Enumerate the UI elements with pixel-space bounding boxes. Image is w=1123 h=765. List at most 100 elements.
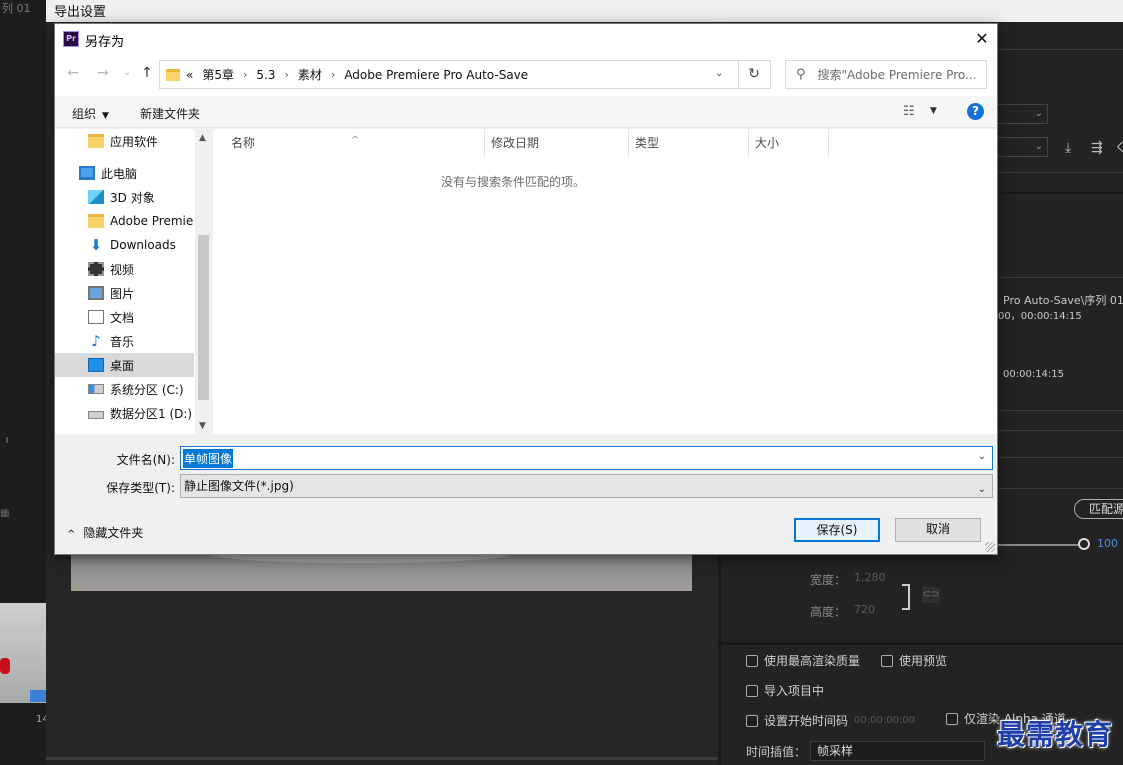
column-header-type[interactable]: 类型: [629, 129, 749, 157]
max-quality-checkbox[interactable]: 使用最高渲染质量: [746, 652, 860, 669]
sidebar-item-pictures[interactable]: 图片: [55, 281, 194, 305]
time-interpolation-select[interactable]: 帧采样: [810, 741, 985, 761]
filetype-select[interactable]: 静止图像文件(*.jpg) ⌄: [180, 474, 993, 498]
width-value[interactable]: 1,280: [854, 571, 886, 584]
sequence-tab-label[interactable]: 列 01: [2, 0, 31, 16]
sidebar-item-3d-objects[interactable]: 3D 对象: [55, 185, 194, 209]
quality-slider-knob[interactable]: [1078, 538, 1090, 550]
new-folder-button[interactable]: 新建文件夹: [140, 105, 200, 122]
breadcrumb-separator-icon[interactable]: ›: [243, 68, 247, 81]
sidebar-item-label: 应用软件: [110, 134, 159, 149]
sidebar-item-label: Adobe Premiere Pro Auto-Save: [110, 214, 194, 228]
column-header-size[interactable]: 大小: [749, 129, 829, 157]
checkbox-box[interactable]: [946, 712, 958, 725]
column-header-modified[interactable]: 修改日期: [485, 129, 629, 157]
sidebar-item-drive-d[interactable]: 数据分区1 (D:): [55, 401, 194, 425]
breadcrumb-item[interactable]: 5.3: [256, 68, 275, 82]
sidebar-item-drive-c[interactable]: 系统分区 (C:): [55, 377, 194, 401]
separator: [998, 457, 1123, 458]
navigation-pane: 应用软件 此电脑 3D 对象 Adobe Premiere Pro Auto-S…: [55, 129, 212, 434]
link-icon[interactable]: ⊂⊃: [922, 587, 940, 603]
checkbox-box[interactable]: [746, 654, 758, 667]
grid-icon[interactable]: ▦: [0, 508, 9, 519]
sidebar-item-documents[interactable]: 文档: [55, 305, 194, 329]
sidebar-scrollbar[interactable]: ▲ ▼: [195, 129, 212, 434]
address-bar[interactable]: « 第5章 › 5.3 › 素材 › Adobe Premiere Pro Au…: [159, 60, 739, 89]
scroll-up-icon[interactable]: ▲: [199, 133, 206, 143]
use-preview-checkbox[interactable]: 使用预览: [881, 652, 947, 669]
organize-menu-button[interactable]: 组织 ▼: [72, 105, 109, 122]
forward-arrow-icon[interactable]: →: [93, 65, 113, 81]
filename-value[interactable]: 单帧图像: [183, 448, 234, 468]
filetype-label: 保存类型(T):: [106, 481, 175, 495]
breadcrumb-item[interactable]: Adobe Premiere Pro Auto-Save: [344, 68, 528, 82]
close-button[interactable]: ✕: [967, 24, 997, 54]
sidebar-item-this-pc[interactable]: 此电脑: [55, 161, 194, 185]
sidebar-item-music[interactable]: ♪ 音乐: [55, 329, 194, 353]
separator: [998, 410, 1123, 411]
save-preset-icon[interactable]: ⤓: [1065, 140, 1071, 156]
clip-thumbnail[interactable]: [0, 603, 46, 703]
film-icon: [30, 690, 46, 702]
checkbox-box[interactable]: [746, 684, 758, 697]
separator: [998, 488, 1123, 489]
refresh-icon[interactable]: ↻: [738, 60, 771, 89]
save-button[interactable]: 保存(S): [794, 518, 880, 542]
start-timecode-value[interactable]: 00:00:00:00: [854, 715, 915, 726]
breadcrumb-item[interactable]: 第5章: [202, 66, 234, 83]
download-icon: ⬇: [89, 236, 103, 254]
scrollbar-thumb[interactable]: [198, 235, 209, 400]
save-as-dialog: Pr 另存为 ✕ ← → ⌄ ↑ « 第5章 › 5.3 › 素材 › Adob…: [54, 23, 998, 555]
use-preview-label: 使用预览: [899, 654, 948, 668]
format-dropdown[interactable]: ⌄: [998, 104, 1048, 124]
quality-slider-value[interactable]: 100: [1097, 537, 1118, 550]
up-arrow-icon[interactable]: ↑: [137, 65, 157, 81]
scroll-down-icon[interactable]: ▼: [199, 421, 206, 431]
match-source-button[interactable]: 匹配源: [1074, 499, 1123, 519]
import-project-checkbox[interactable]: 导入项目中: [746, 682, 824, 699]
checkbox-box[interactable]: [746, 714, 758, 727]
recent-locations-chevron-icon[interactable]: ⌄: [117, 67, 137, 78]
separator: [998, 430, 1123, 431]
navigation-bar: ← → ⌄ ↑ « 第5章 › 5.3 › 素材 › Adobe Premier…: [55, 54, 997, 96]
column-header-name[interactable]: 名称 ^: [213, 129, 485, 157]
sidebar-item-videos[interactable]: 视频: [55, 257, 194, 281]
cancel-button[interactable]: 取消: [895, 518, 981, 542]
delete-preset-icon[interactable]: ⌫: [1117, 140, 1123, 156]
view-dropdown-icon[interactable]: ▼: [930, 106, 937, 116]
sidebar-item-label: 3D 对象: [110, 190, 155, 205]
breadcrumb-item[interactable]: 素材: [298, 66, 322, 83]
preset-dropdown[interactable]: ⌄: [998, 137, 1048, 157]
import-project-label: 导入项目中: [764, 684, 825, 698]
sort-ascending-icon: ^: [351, 135, 360, 146]
sidebar-item-premiere-autosave[interactable]: Adobe Premiere Pro Auto-Save: [55, 209, 194, 233]
sidebar-item-label: 数据分区1 (D:): [110, 406, 193, 421]
start-timecode-checkbox[interactable]: 设置开始时间码 00:00:00:00: [746, 712, 915, 729]
checkbox-box[interactable]: [881, 654, 893, 667]
resize-grip-icon[interactable]: [985, 542, 995, 552]
address-dropdown-icon[interactable]: ⌄: [715, 68, 723, 79]
sidebar-item-downloads[interactable]: ⬇ Downloads: [55, 233, 194, 257]
time-interpolation-label: 时间插值：: [746, 745, 807, 759]
width-label: 宽度：: [810, 573, 847, 587]
filetype-dropdown-icon[interactable]: ⌄: [978, 479, 986, 501]
help-icon[interactable]: ?: [967, 103, 984, 120]
back-arrow-icon[interactable]: ←: [63, 65, 83, 81]
dialog-titlebar[interactable]: Pr 另存为 ✕: [55, 24, 997, 54]
view-options-icon[interactable]: ☷: [903, 104, 915, 119]
start-timecode-label: 设置开始时间码: [764, 714, 849, 728]
sidebar-item-apps[interactable]: 应用软件: [55, 129, 194, 153]
breadcrumb-separator-icon[interactable]: ›: [284, 68, 288, 81]
breadcrumb-overflow[interactable]: «: [186, 68, 193, 82]
height-value[interactable]: 720: [854, 603, 875, 616]
import-preset-icon[interactable]: ⇶: [1091, 140, 1103, 156]
breadcrumb-separator-icon[interactable]: ›: [331, 68, 335, 81]
hide-folders-toggle[interactable]: ^ 隐藏文件夹: [67, 524, 143, 541]
quality-slider-track[interactable]: [998, 544, 1078, 546]
search-input[interactable]: ⚲ 搜索"Adobe Premiere Pro...: [785, 60, 987, 89]
filename-dropdown-icon[interactable]: ⌄: [978, 451, 986, 462]
height-label: 高度：: [810, 605, 847, 619]
sidebar-item-desktop[interactable]: 桌面: [55, 353, 194, 377]
sidebar-item-label: 此电脑: [101, 166, 138, 181]
filename-field[interactable]: 单帧图像 ⌄: [180, 446, 993, 470]
